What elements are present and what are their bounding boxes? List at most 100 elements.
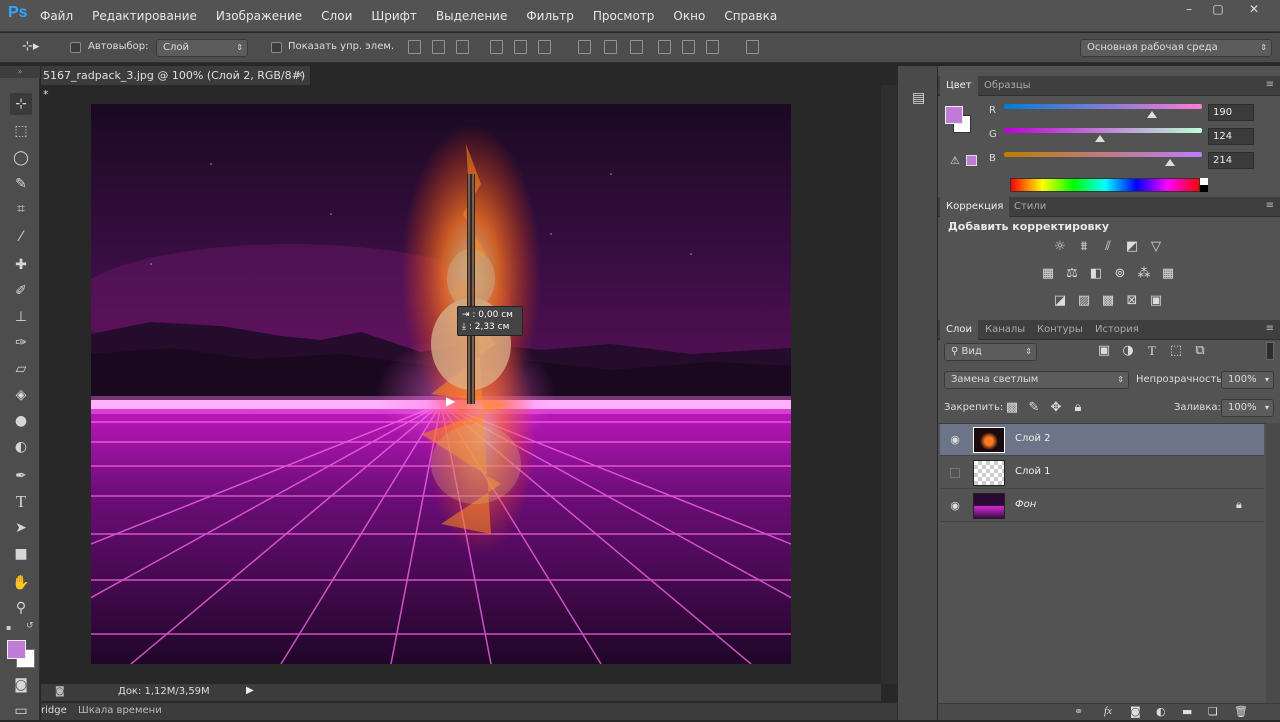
- tab-swatches[interactable]: Образцы: [978, 76, 1037, 96]
- filter-toggle[interactable]: [1266, 342, 1274, 360]
- exposure-icon[interactable]: ◩: [1124, 239, 1140, 255]
- quick-mask-icon[interactable]: ◙: [10, 674, 32, 696]
- layer-name[interactable]: Слой 2: [1015, 433, 1051, 444]
- crop-tool-icon[interactable]: ⌗: [10, 198, 32, 220]
- panel-menu-icon[interactable]: ≡: [1266, 200, 1274, 211]
- r-value-field[interactable]: 190: [1208, 104, 1254, 121]
- canvas-image[interactable]: [91, 104, 791, 664]
- lasso-tool-icon[interactable]: ◯: [10, 147, 32, 169]
- align-hcenter-icon[interactable]: [514, 40, 527, 54]
- r-slider[interactable]: [1004, 104, 1202, 109]
- zoom-tool-icon[interactable]: ⚲: [10, 597, 32, 619]
- g-slider-thumb[interactable]: [1095, 135, 1106, 142]
- rectangle-tool-icon[interactable]: ■: [10, 543, 32, 565]
- tab-paths[interactable]: Контуры: [1031, 320, 1089, 340]
- b-slider-thumb[interactable]: [1165, 159, 1176, 166]
- layer-name[interactable]: Слой 1: [1015, 466, 1051, 477]
- eye-icon[interactable]: ◉: [948, 433, 962, 447]
- color-spectrum-ramp[interactable]: [1010, 178, 1200, 192]
- tab-styles[interactable]: Стили: [1008, 197, 1052, 217]
- layer-row-fon[interactable]: ◉ Фон 🔒︎: [940, 490, 1264, 522]
- color-lookup-icon[interactable]: ▦: [1160, 266, 1176, 282]
- tab-color[interactable]: Цвет: [940, 76, 978, 96]
- document-tab[interactable]: 5167_radpack_3.jpg @ 100% (Слой 2, RGB/8…: [41, 66, 311, 101]
- new-adjustment-icon[interactable]: ◐: [1156, 705, 1166, 718]
- menu-edit[interactable]: Редактирование: [92, 9, 197, 23]
- white-chip[interactable]: [1200, 178, 1208, 185]
- healing-brush-tool-icon[interactable]: ✚: [10, 254, 32, 276]
- workspace-select[interactable]: Основная рабочая среда ⇕: [1080, 39, 1272, 57]
- align-right-icon[interactable]: [538, 40, 551, 54]
- history-brush-tool-icon[interactable]: ✑: [10, 332, 32, 354]
- distribute-top-icon[interactable]: [578, 40, 591, 54]
- marquee-tool-icon[interactable]: ⬚: [10, 120, 32, 142]
- tab-history[interactable]: История: [1089, 320, 1145, 340]
- r-slider-thumb[interactable]: [1146, 111, 1157, 118]
- threshold-icon[interactable]: ▩: [1100, 293, 1116, 309]
- tab-adjustments[interactable]: Коррекция: [940, 197, 1010, 217]
- layers-scrollbar[interactable]: [1266, 423, 1280, 703]
- filter-shape-icon[interactable]: ⬚: [1168, 343, 1184, 359]
- clone-stamp-tool-icon[interactable]: ⊥: [10, 306, 32, 328]
- foreground-color-swatch[interactable]: [7, 640, 26, 659]
- align-top-icon[interactable]: [408, 40, 421, 54]
- photo-filter-icon[interactable]: ⊚: [1112, 266, 1128, 282]
- invert-icon[interactable]: ◪: [1052, 293, 1068, 309]
- status-menu-icon[interactable]: ◙: [55, 686, 65, 697]
- eyedropper-tool-icon[interactable]: ⁄: [10, 226, 32, 248]
- menu-window[interactable]: Окно: [673, 9, 705, 23]
- history-panel-icon[interactable]: ▤: [912, 90, 925, 106]
- filter-smart-object-icon[interactable]: ⧉: [1192, 343, 1208, 359]
- levels-icon[interactable]: ⩩: [1076, 239, 1092, 255]
- move-tool-preset-icon[interactable]: ⊹▸: [22, 39, 39, 54]
- brightness-icon[interactable]: ☼: [1052, 239, 1068, 255]
- maximize-button[interactable]: ▢: [1203, 0, 1233, 18]
- b-value-field[interactable]: 214: [1208, 152, 1254, 169]
- menu-type[interactable]: Шрифт: [371, 9, 417, 23]
- vertical-scrollbar[interactable]: [881, 85, 897, 684]
- panel-menu-icon[interactable]: ≡: [1266, 323, 1274, 334]
- paint-bucket-tool-icon[interactable]: ◈: [10, 384, 32, 406]
- eye-icon[interactable]: ◉: [948, 499, 962, 513]
- distribute-vcenter-icon[interactable]: [604, 40, 617, 54]
- type-tool-icon[interactable]: T: [10, 491, 32, 513]
- lock-transparent-icon[interactable]: ▩: [1004, 400, 1020, 416]
- vibrance-icon[interactable]: ▽: [1148, 239, 1164, 255]
- selective-color-icon[interactable]: ▣: [1148, 293, 1164, 309]
- fx-icon[interactable]: fx: [1104, 705, 1112, 717]
- lock-position-icon[interactable]: ✥: [1048, 400, 1064, 416]
- eraser-tool-icon[interactable]: ▱: [10, 358, 32, 380]
- hand-tool-icon[interactable]: ✋: [10, 572, 32, 594]
- blur-tool-icon[interactable]: ●: [10, 410, 32, 432]
- screen-mode-icon[interactable]: ▭: [10, 700, 32, 722]
- menu-file[interactable]: Файл: [40, 9, 73, 23]
- bridge-tab[interactable]: ridge: [41, 705, 67, 716]
- distribute-left-icon[interactable]: [658, 40, 671, 54]
- minimize-button[interactable]: –: [1174, 0, 1204, 18]
- distribute-right-icon[interactable]: [706, 40, 719, 54]
- color-balance-icon[interactable]: ⚖: [1064, 266, 1080, 282]
- dodge-tool-icon[interactable]: ◐: [10, 436, 32, 458]
- autoselect-select[interactable]: Слой ⇕: [156, 39, 248, 57]
- quick-select-tool-icon[interactable]: ✎: [10, 173, 32, 195]
- lock-image-icon[interactable]: ✎: [1026, 400, 1042, 416]
- fg-color-chip[interactable]: [945, 106, 963, 124]
- blend-mode-select[interactable]: Замена светлым ⇕: [944, 371, 1129, 389]
- menu-select[interactable]: Выделение: [436, 9, 507, 23]
- pen-tool-icon[interactable]: ✒: [10, 465, 32, 487]
- filter-adjustment-icon[interactable]: ◑: [1120, 343, 1136, 359]
- tab-layers[interactable]: Слои: [940, 320, 978, 340]
- close-tab-icon[interactable]: ✕: [296, 66, 304, 85]
- swap-colors-icon[interactable]: ↺: [26, 621, 34, 631]
- close-window-button[interactable]: ✕: [1234, 0, 1274, 18]
- menu-help[interactable]: Справка: [724, 9, 777, 23]
- fill-field[interactable]: 100% ▾: [1221, 399, 1274, 417]
- align-bottom-icon[interactable]: [456, 40, 469, 54]
- tab-channels[interactable]: Каналы: [979, 320, 1031, 340]
- move-tool-icon[interactable]: ⊹: [10, 93, 32, 115]
- distribute-hcenter-icon[interactable]: [682, 40, 695, 54]
- gamut-swatch[interactable]: [966, 155, 977, 166]
- align-left-icon[interactable]: [490, 40, 503, 54]
- auto-align-icon[interactable]: [746, 40, 759, 54]
- path-selection-tool-icon[interactable]: ➤: [10, 517, 32, 539]
